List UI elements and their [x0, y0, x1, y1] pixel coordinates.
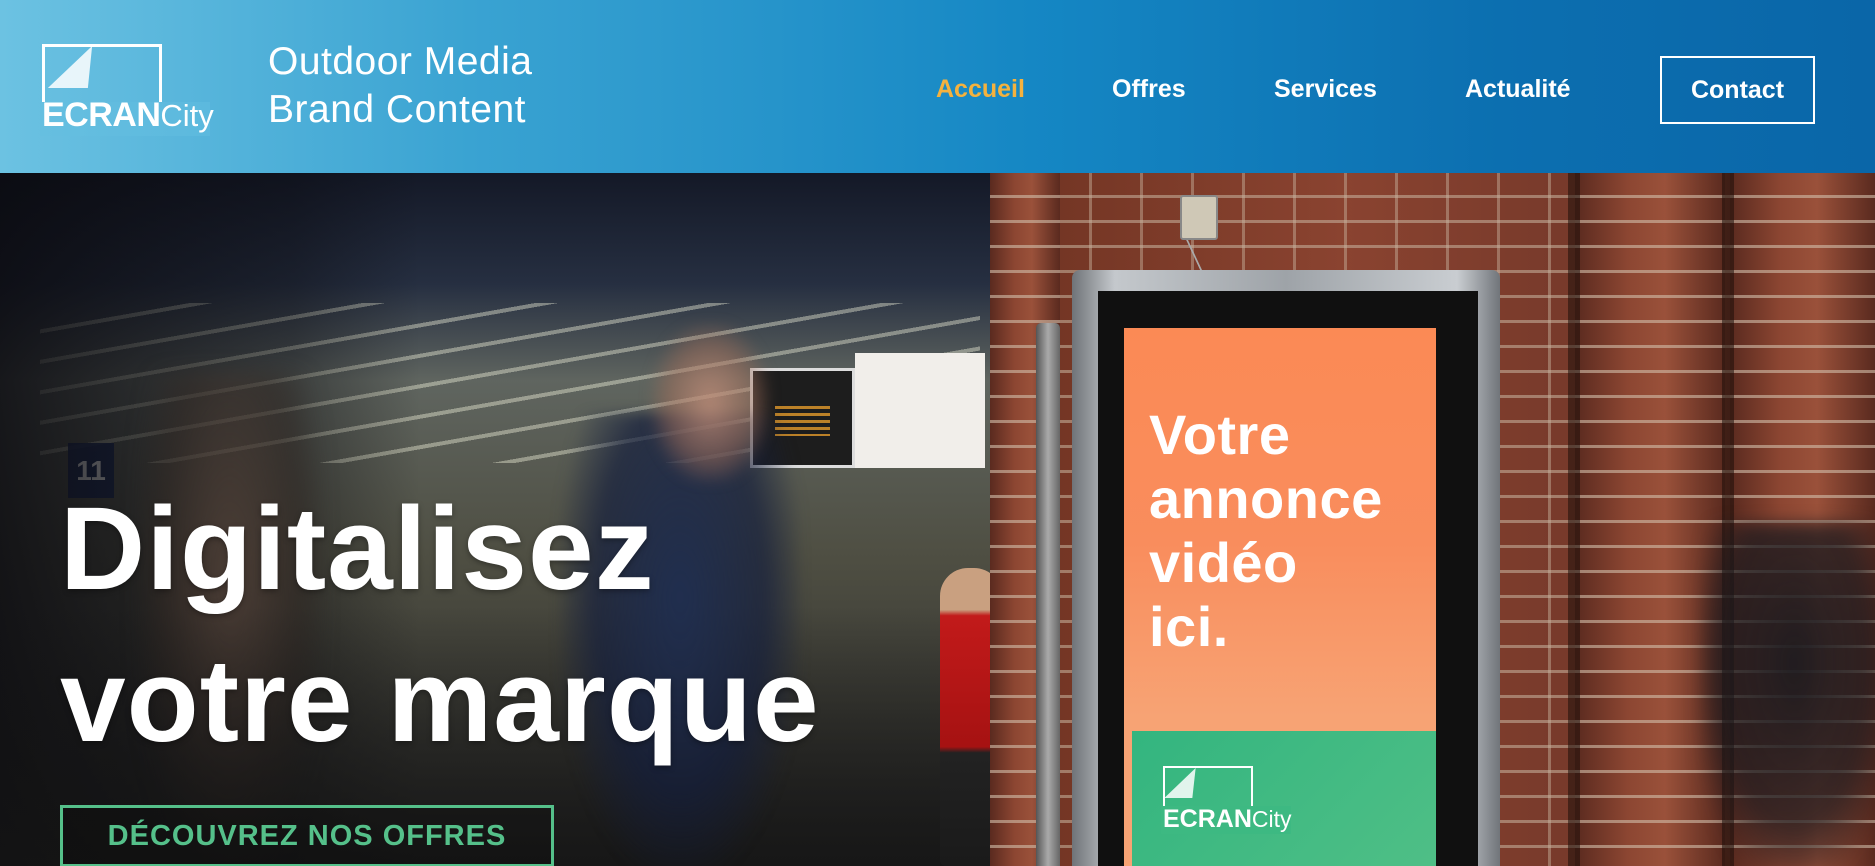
tagline-line-2: Brand Content [268, 88, 527, 131]
hero-section: 11 Votre annonce vidéo ici. ECRANCity Di… [0, 173, 1875, 866]
hero-title-line-1: Digitalisez [60, 483, 655, 615]
nav-link-offres[interactable]: Offres [1112, 75, 1186, 104]
logo-wordmark: ECRANCity [42, 96, 214, 134]
nav-link-accueil[interactable]: Accueil [936, 75, 1025, 104]
blurred-commuter-right [1700, 523, 1875, 866]
tagline-line-1: Outdoor Media [268, 40, 533, 83]
nav-link-services[interactable]: Services [1274, 75, 1377, 104]
billboard-logo: ECRANCity [1161, 766, 1313, 836]
site-header: ECRANCity Outdoor Media Brand Content Ac… [0, 0, 1875, 173]
site-tagline: Outdoor Media Brand Content [268, 38, 532, 134]
billboard-ad-text: Votre annonce vidéo ici. [1149, 403, 1383, 658]
discover-offers-button[interactable]: DÉCOUVREZ NOS OFFRES [60, 805, 554, 866]
contact-button[interactable]: Contact [1660, 56, 1815, 124]
station-sign-image [855, 353, 985, 468]
nav-link-actualite[interactable]: Actualité [1465, 75, 1571, 104]
hero-title: Digitalisez votre marque [60, 473, 820, 777]
ecrancity-logo[interactable]: ECRANCity [40, 44, 232, 136]
wall-junction-box [1180, 195, 1218, 240]
hero-title-line-2: votre marque [60, 635, 820, 767]
